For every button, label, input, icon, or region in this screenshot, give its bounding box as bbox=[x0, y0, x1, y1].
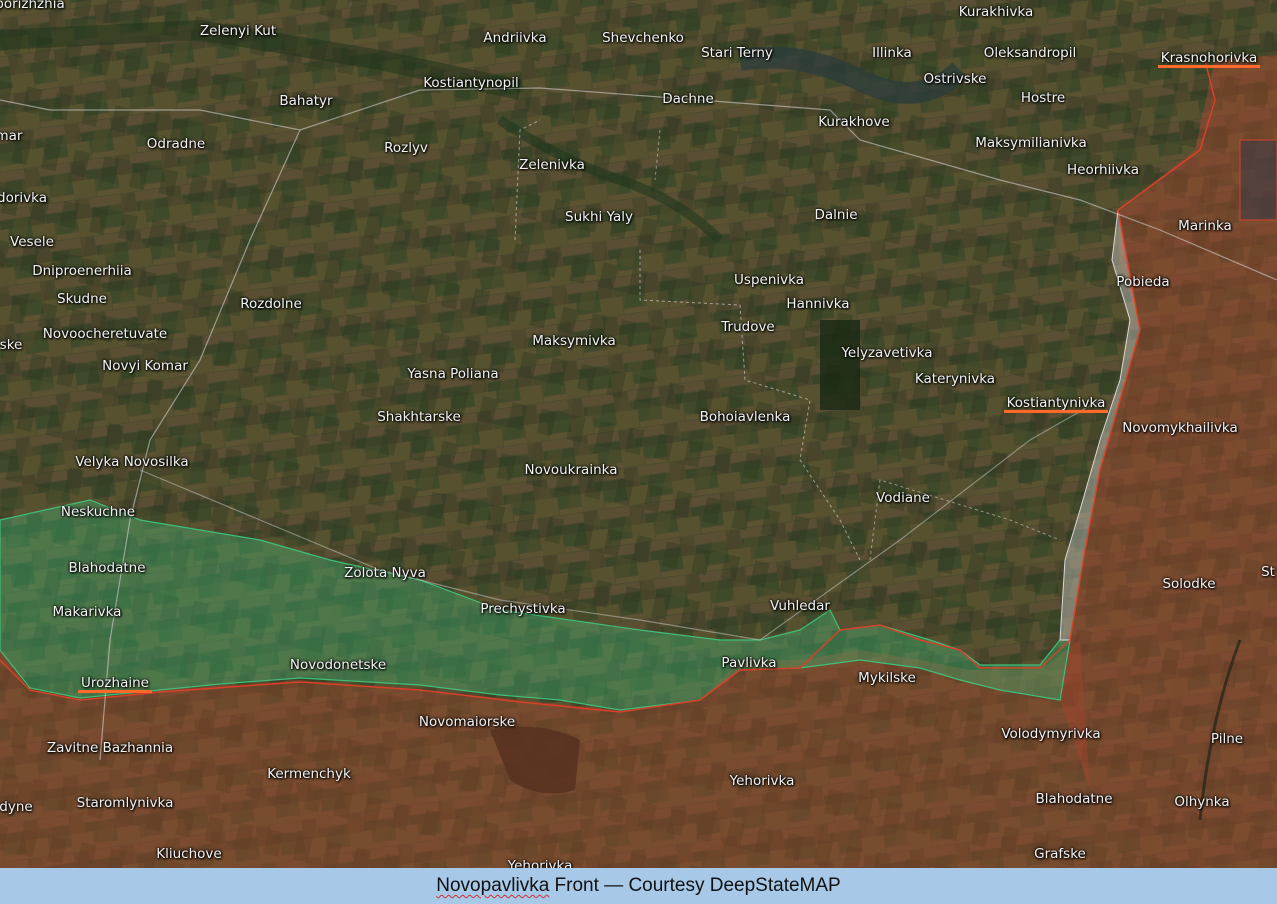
place-label-kliuchove: Kliuchove bbox=[156, 846, 222, 862]
place-label-sukhi-yaly: Sukhi Yaly bbox=[565, 209, 633, 225]
highlight-underline-kostiantynivka bbox=[1003, 410, 1109, 413]
place-label-vuhledar: Vuhledar bbox=[770, 598, 830, 614]
place-label-pavlivka: Pavlivka bbox=[721, 655, 777, 671]
place-label-illinka: Illinka bbox=[872, 45, 912, 61]
place-label-dyne: dyne bbox=[0, 799, 33, 815]
caption-name: Novopavlivka bbox=[436, 875, 550, 896]
place-label-shakhtarske: Shakhtarske bbox=[377, 409, 461, 425]
place-label-kurakhove: Kurakhove bbox=[818, 114, 890, 130]
caption-bar: Novopavlivka Front — Courtesy DeepStateM… bbox=[0, 868, 1277, 904]
place-label-shevchenko: Shevchenko bbox=[602, 30, 684, 46]
highlight-underline-urozhaine bbox=[78, 690, 152, 693]
place-label-vodiane: Vodiane bbox=[876, 490, 930, 506]
place-label-zavitne-bazhannia: Zavitne Bazhannia bbox=[46, 740, 174, 756]
place-label-hannivka: Hannivka bbox=[786, 296, 850, 312]
place-label-blahodatne-e: Blahodatne bbox=[1035, 791, 1113, 807]
place-label-trudove: Trudove bbox=[721, 319, 775, 335]
place-label-zelenyi-kut: Zelenyi Kut bbox=[199, 23, 277, 39]
place-label-pilne: Pilne bbox=[1210, 731, 1244, 747]
place-label-katerynivka: Katerynivka bbox=[914, 371, 996, 387]
place-label-marinka: Marinka bbox=[1178, 218, 1232, 234]
place-label-urozhaine: Urozhaine bbox=[81, 675, 149, 691]
place-label-volodymyrivka: Volodymyrivka bbox=[1001, 726, 1101, 742]
place-label-rozdolne: Rozdolne bbox=[240, 296, 302, 312]
place-label-fedorivka: dorivka bbox=[0, 190, 47, 206]
place-label-novomykhailivka: Novomykhailivka bbox=[1122, 420, 1238, 436]
place-label-uspenivka: Uspenivka bbox=[734, 272, 804, 288]
place-label-maksymivka: Maksymivka bbox=[532, 333, 616, 349]
place-label-blahodatne-w: Blahodatne bbox=[68, 560, 146, 576]
place-label-novyi-komar: Novyi Komar bbox=[102, 358, 188, 374]
map-view[interactable]: porizhzhia Zelenyi Kut Andriivka Shevchenko… bbox=[0, 0, 1277, 868]
place-label-prechystivka: Prechystivka bbox=[480, 601, 566, 617]
place-label-neskuchne: Neskuchne bbox=[60, 504, 136, 520]
place-label-dachne: Dachne bbox=[662, 91, 714, 107]
highlight-underline-krasnohorivka bbox=[1157, 65, 1261, 68]
place-label-heorhiivka: Heorhiivka bbox=[1067, 162, 1139, 178]
place-label-yehorivka-bottom: Yehorivka bbox=[507, 858, 573, 868]
place-label-rozlyv: Rozlyv bbox=[384, 140, 428, 156]
place-label-stari-terny: Stari Terny bbox=[701, 45, 773, 61]
place-label-komar: mar bbox=[0, 128, 23, 144]
place-label-velyka-novosilka: Velyka Novosilka bbox=[75, 454, 189, 470]
place-label-pobieda: Pobieda bbox=[1116, 274, 1170, 290]
place-label-kurakhivka: Kurakhivka bbox=[958, 4, 1034, 20]
map-caption: Novopavlivka Front — Courtesy DeepStateM… bbox=[0, 875, 1277, 897]
place-label-kermenchyk: Kermenchyk bbox=[267, 766, 351, 782]
place-label-oleksandropil: Oleksandropil bbox=[983, 45, 1077, 61]
caption-rest: Front — Courtesy DeepStateMAP bbox=[549, 875, 841, 896]
place-label-staromlynivka: Staromlynivka bbox=[76, 795, 174, 811]
place-label-novoocheretuvate: Novoocheretuvate bbox=[42, 326, 168, 342]
place-label-hostre: Hostre bbox=[1020, 90, 1066, 106]
place-label-dalnie: Dalnie bbox=[814, 207, 858, 223]
place-label-bahatyr: Bahatyr bbox=[279, 93, 333, 109]
place-label-maksymilianivka: Maksymilianivka bbox=[975, 135, 1087, 151]
place-label-st: St bbox=[1261, 564, 1275, 580]
place-label-krasnohorivka: Krasnohorivka bbox=[1160, 50, 1258, 66]
place-label-zaporizhzhia: porizhzhia bbox=[0, 0, 65, 12]
place-label-novodonetske: Novodonetske bbox=[289, 657, 387, 673]
place-label-odradne: Odradne bbox=[146, 136, 206, 152]
place-label-mykilske: Mykilske bbox=[858, 670, 916, 686]
place-label-bohoiavlenka: Bohoiavlenka bbox=[699, 409, 791, 425]
place-label-yelyzavetivka: Yelyzavetivka bbox=[841, 345, 933, 361]
place-label-grafske: Grafske bbox=[1034, 846, 1086, 862]
place-label-zelenivka: Zelenivka bbox=[519, 157, 585, 173]
place-label-yasna-poliana: Yasna Poliana bbox=[407, 366, 499, 382]
place-label-makarivka: Makarivka bbox=[52, 604, 122, 620]
place-label-zolota-nyva: Zolota Nyva bbox=[344, 565, 426, 581]
place-label-ske: ske bbox=[0, 337, 23, 353]
place-label-kostiantynivka: Kostiantynivka bbox=[1006, 395, 1106, 411]
place-label-andriivka: Andriivka bbox=[483, 30, 547, 46]
place-label-novoukrainka: Novoukrainka bbox=[524, 462, 618, 478]
place-label-olhynka: Olhynka bbox=[1174, 794, 1230, 810]
place-label-vesele: Vesele bbox=[10, 234, 54, 250]
place-label-yehorivka: Yehorivka bbox=[729, 773, 795, 789]
place-label-skudne: Skudne bbox=[57, 291, 107, 307]
place-label-kostiantynopil: Kostiantynopil bbox=[423, 75, 519, 91]
place-label-ostrivske: Ostrivske bbox=[923, 71, 987, 87]
place-label-dniproenerhiia: Dniproenerhiia bbox=[32, 263, 132, 279]
place-label-novomaiorske: Novomaiorske bbox=[418, 714, 516, 730]
place-label-solodke: Solodke bbox=[1162, 576, 1216, 592]
